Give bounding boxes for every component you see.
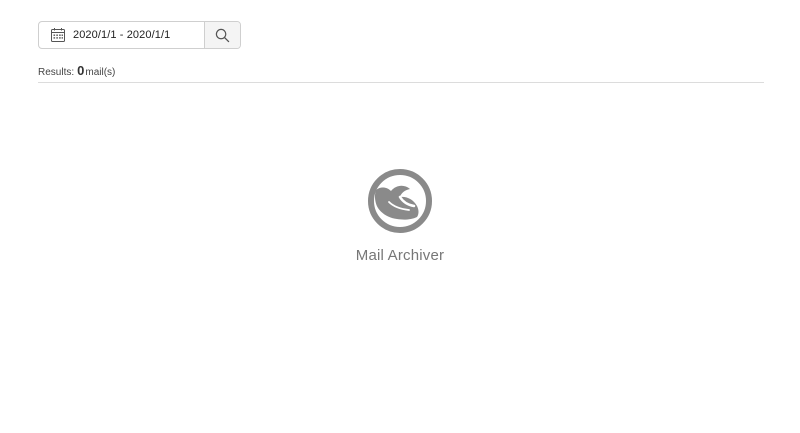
page: 2020/1/1 - 2020/1/1 Results: 0 mail(s) M…: [0, 0, 800, 433]
results-unit: mail(s): [85, 67, 116, 78]
empty-state: Mail Archiver: [0, 168, 800, 264]
mail-archiver-logo-icon: [367, 168, 433, 234]
results-count: 0: [77, 63, 85, 78]
calendar-icon: [50, 27, 66, 43]
date-range-picker[interactable]: 2020/1/1 - 2020/1/1: [39, 22, 204, 48]
app-name: Mail Archiver: [355, 247, 445, 264]
date-range-value: 2020/1/1 - 2020/1/1: [73, 29, 171, 41]
search-button[interactable]: [204, 22, 240, 48]
date-search-bar: 2020/1/1 - 2020/1/1: [38, 21, 241, 49]
results-label: Results:: [38, 67, 75, 78]
divider: [38, 82, 764, 83]
search-icon: [215, 28, 230, 43]
results-summary: Results: 0 mail(s): [38, 63, 115, 78]
